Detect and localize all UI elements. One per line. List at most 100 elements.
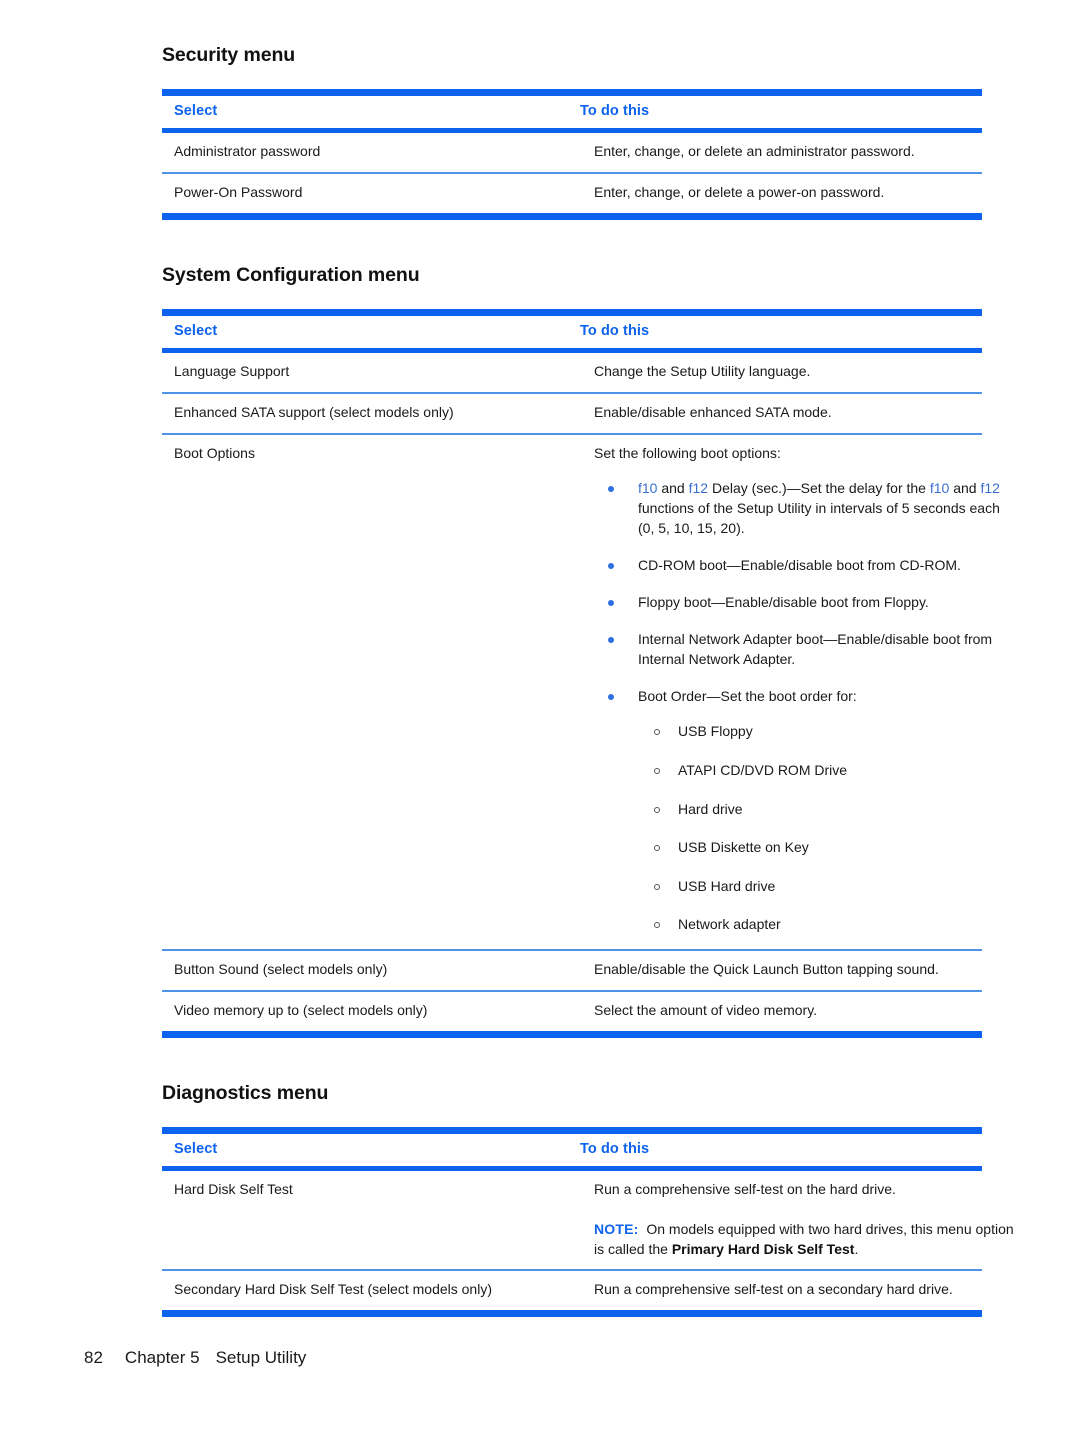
security-table-body: Administrator password Enter, change, or… (162, 133, 1034, 172)
table-row: Enhanced SATA support (select models onl… (162, 394, 1034, 433)
sub-bullet-text: USB Diskette on Key (678, 839, 809, 856)
section-title-diagnostics: Diagnostics menu (162, 1081, 329, 1104)
cell-select: Boot Options (174, 444, 255, 461)
sub-bullet-text: ATAPI CD/DVD ROM Drive (678, 761, 848, 778)
sub-bullet-text: USB Hard drive (678, 877, 776, 894)
diagnostics-row-hard-disk-self-test: Hard Disk Self Test Run a comprehensive … (162, 1171, 1034, 1269)
bullet-text: CD-ROM boot—Enable/disable boot from CD-… (638, 557, 961, 573)
cell-select: Language Support (174, 362, 290, 379)
sysconf-table-head: Select To do this (162, 316, 1006, 348)
page-footer: 82 Chapter 5 Setup Utility (84, 1348, 306, 1368)
table-top-rule (162, 1126, 982, 1134)
column-header-select: Select (174, 1140, 218, 1157)
column-header-todo: To do this (580, 103, 650, 119)
sub-bullet-network-adapter: Network adapter (638, 915, 1020, 935)
column-header-todo: To do this (580, 322, 650, 339)
column-header-todo: To do this (580, 1140, 650, 1157)
cell-todo: Change the Setup Utility language. (594, 362, 811, 379)
table-row: Secondary Hard Disk Self Test (select mo… (162, 1271, 1034, 1310)
table-bottom-rule (162, 212, 982, 220)
table-row: Boot Options Set the following boot opti… (162, 435, 1034, 949)
column-header-select: Select (174, 103, 218, 119)
sub-bullet-text: Network adapter (678, 916, 781, 933)
sysconf-row-sata: Enhanced SATA support (select models onl… (162, 394, 1034, 433)
bullet-text: Floppy boot—Enable/disable boot from Flo… (638, 593, 929, 610)
bullet-floppy-boot: Floppy boot—Enable/disable boot from Flo… (594, 593, 1020, 613)
table-row: Video memory up to (select models only) … (162, 992, 1034, 1031)
diagnostics-menu-table: Select To do this Hard Disk Self Test Ru… (162, 1126, 1014, 1318)
note-label: NOTE: (594, 1220, 639, 1237)
bullet-boot-order: Boot Order—Set the boot order for: USB F… (594, 687, 1020, 935)
table-top-rule (162, 308, 982, 316)
table-row: Hard Disk Self Test Run a comprehensive … (162, 1171, 1034, 1269)
sysconf-title-gap (162, 287, 982, 309)
section-gap-2 (162, 1038, 982, 1082)
section-gap-1 (162, 220, 982, 264)
sysconf-row-language: Language Support Change the Setup Utilit… (162, 353, 1034, 392)
note-text-after: . (854, 1240, 859, 1257)
table-bottom-rule (162, 1310, 982, 1318)
key-f12-a: f12 (688, 480, 709, 497)
table-top-rule (162, 89, 982, 96)
cell-select: Button Sound (select models only) (174, 960, 388, 977)
cell-select: Hard Disk Self Test (174, 1180, 293, 1197)
cell-todo: Enter, change, or delete a power-on pass… (594, 183, 885, 200)
cell-todo: Set the following boot options: f10 and … (582, 435, 1034, 949)
table-row: Administrator password Enter, change, or… (162, 133, 1034, 172)
section-title-security: Security menu (162, 44, 296, 66)
bullet-text: Boot Order—Set the boot order for: (638, 687, 857, 704)
table-header-row: Select To do this (162, 1134, 1006, 1166)
security-table-body2: Power-On Password Enter, change, or dele… (162, 174, 1034, 213)
system-configuration-menu-table: Select To do this Language Support Chang… (162, 308, 1000, 1038)
diagnostics-row-secondary-hard-disk-self-test: Secondary Hard Disk Self Test (select mo… (162, 1271, 1034, 1310)
sub-bullet-text: USB Floppy (678, 723, 753, 740)
security-menu-table: Select To do this Administrator password… (162, 89, 982, 220)
table-row: Language Support Change the Setup Utilit… (162, 353, 1034, 392)
cell-select: Secondary Hard Disk Self Test (select mo… (174, 1281, 492, 1298)
column-header-select: Select (174, 322, 218, 339)
key-f10-a: f10 (638, 480, 658, 497)
page-content: Security menu Select To do this Administ… (162, 0, 1014, 1318)
diagnostics-table-head: Select To do this (162, 1134, 1006, 1166)
cell-todo: Select the amount of video memory. (594, 1001, 818, 1018)
cell-todo: Run a comprehensive self-test on the har… (582, 1171, 1034, 1269)
sysconf-row-button-sound: Button Sound (select models only) Enable… (162, 951, 1034, 990)
cell-select: Power-On Password (174, 183, 303, 200)
table-header-row: Select To do this (162, 96, 1006, 128)
bullet-internal-network-adapter-boot: Internal Network Adapter boot—Enable/dis… (594, 630, 1020, 670)
cell-todo: Run a comprehensive self-test on a secon… (594, 1281, 953, 1298)
sub-bullet-hard-drive: Hard drive (638, 800, 1020, 820)
sub-bullet-usb-diskette-on-key: USB Diskette on Key (638, 838, 1020, 858)
bullet-text-mid-b: Delay (sec.)—Set the delay for the (708, 480, 930, 497)
sysconf-row-video-memory: Video memory up to (select models only) … (162, 992, 1034, 1031)
document-page: Security menu Select To do this Administ… (0, 0, 1080, 1437)
bullet-cdrom-boot: CD-ROM boot—Enable/disable boot from CD-… (594, 556, 1020, 576)
bullet-text-tail: functions of the Setup Utility in interv… (638, 500, 1000, 537)
chapter-number: Chapter 5 (124, 1348, 200, 1367)
cell-todo: Enable/disable the Quick Launch Button t… (594, 960, 939, 977)
boot-options-list: f10 and f12 Delay (sec.)—Set the delay f… (594, 479, 1020, 935)
section-title-system-configuration: System Configuration menu (162, 263, 420, 286)
bullet-text-mid-a: and (657, 480, 689, 497)
note-emphasis: Primary Hard Disk Self Test (671, 1240, 855, 1257)
sub-bullet-text: Hard drive (678, 800, 743, 817)
note-block: NOTE: On models equipped with two hard d… (594, 1219, 1020, 1260)
boot-options-intro: Set the following boot options: (594, 444, 781, 461)
diagnostics-title-gap (162, 1105, 982, 1127)
cell-select: Administrator password (174, 143, 321, 159)
sub-bullet-usb-hard-drive: USB Hard drive (638, 877, 1020, 897)
bullet-f10-f12-delay: f10 and f12 Delay (sec.)—Set the delay f… (594, 479, 1020, 539)
boot-order-sublist: USB Floppy ATAPI CD/DVD ROM Drive Hard d… (638, 722, 1020, 935)
bullet-text: Internal Network Adapter boot—Enable/dis… (638, 630, 993, 667)
chapter-title: Setup Utility (215, 1348, 307, 1367)
cell-todo: Enter, change, or delete an administrato… (594, 143, 915, 159)
top-spacer (162, 0, 982, 44)
key-f12-b: f12 (980, 480, 1000, 497)
table-bottom-rule (162, 1030, 982, 1038)
key-f10-b: f10 (929, 480, 950, 497)
table-header-row: Select To do this (162, 316, 1006, 348)
cell-select: Video memory up to (select models only) (174, 1001, 428, 1018)
cell-todo-text: Run a comprehensive self-test on the har… (594, 1180, 896, 1197)
security-table: Select To do this (162, 96, 1006, 128)
table-row: Button Sound (select models only) Enable… (162, 951, 1034, 990)
